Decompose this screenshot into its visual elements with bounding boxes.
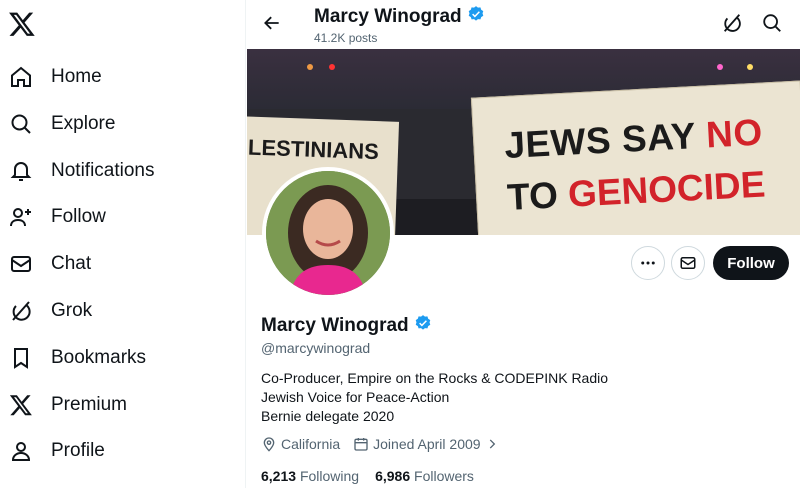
bio-line: Jewish Voice for Peace-Action <box>261 389 450 405</box>
nav-item-explore[interactable]: Explore <box>0 104 230 144</box>
search-icon <box>8 111 34 137</box>
location-pin-icon <box>263 437 275 452</box>
nav-item-bookmarks[interactable]: Bookmarks <box>0 338 230 378</box>
following-link[interactable]: 6,213 Following <box>261 468 359 484</box>
followers-count: 6,986 <box>375 468 411 484</box>
profile-name: Marcy Winograd <box>261 314 432 338</box>
sign-text: JEWS SAY <box>503 114 708 167</box>
followers-link[interactable]: 6,986 Followers <box>375 468 474 484</box>
more-icon <box>641 261 655 265</box>
header-name-text: Marcy Winograd <box>314 6 462 27</box>
nav-item-home[interactable]: Home <box>0 57 230 97</box>
sign-text: TO <box>506 173 570 218</box>
bio-line: Co-Producer, Empire on the Rocks & CODEP… <box>261 370 609 386</box>
profile-handle: @marcywinograd <box>261 340 371 356</box>
profile-name-text: Marcy Winograd <box>261 315 409 336</box>
banner-light <box>307 64 313 70</box>
banner-light <box>747 64 753 70</box>
bell-icon <box>8 158 34 184</box>
message-button[interactable] <box>671 246 705 280</box>
nav-item-follow[interactable]: Follow <box>0 197 230 237</box>
mail-icon <box>680 257 696 269</box>
nav-label: Notifications <box>51 160 155 181</box>
left-nav: Home Explore Notifications Follow Chat G… <box>0 0 246 488</box>
profile-bio: Co-Producer, Empire on the Rocks & CODEP… <box>261 369 608 426</box>
header-name: Marcy Winograd <box>314 5 485 29</box>
nav-label: Explore <box>51 113 116 134</box>
nav-item-notifications[interactable]: Notifications <box>0 151 230 191</box>
home-icon <box>8 64 34 90</box>
nav-label: Profile <box>51 440 105 461</box>
grok-icon <box>8 298 34 324</box>
location: California <box>261 436 340 452</box>
x-logo-icon <box>8 392 34 418</box>
more-options-button[interactable] <box>631 246 665 280</box>
search-icon[interactable] <box>761 12 783 34</box>
banner-light <box>717 64 723 70</box>
followers-label: Followers <box>414 468 474 484</box>
nav-item-premium[interactable]: Premium <box>0 385 230 425</box>
following-count: 6,213 <box>261 468 297 484</box>
calendar-icon <box>354 438 368 451</box>
sign-text-red: GENOCIDE <box>567 163 767 215</box>
bio-line: Bernie delegate 2020 <box>261 408 395 424</box>
nav-item-grok[interactable]: Grok <box>0 291 230 331</box>
nav-label: Chat <box>51 253 92 274</box>
nav-label: Home <box>51 66 102 87</box>
nav-item-profile[interactable]: Profile <box>0 431 230 471</box>
add-user-icon <box>8 204 34 230</box>
sign-text-red: NO <box>705 111 764 156</box>
joined-date[interactable]: Joined April 2009 <box>353 436 498 452</box>
grok-icon[interactable] <box>721 12 743 34</box>
chevron-right-icon <box>489 439 495 449</box>
profile-column: Marcy Winograd 41.2K posts LESTINIANS JE… <box>247 0 800 488</box>
nav-label: Grok <box>51 300 93 321</box>
following-label: Following <box>299 468 360 484</box>
profile-meta: California Joined April 2009 <box>261 436 512 452</box>
joined-text: Joined April 2009 <box>373 436 481 452</box>
banner-sign-left-text: LESTINIANS <box>247 134 380 165</box>
nav-label: Follow <box>51 206 106 227</box>
follow-button[interactable]: Follow <box>713 246 789 280</box>
location-text: California <box>281 436 341 452</box>
nav-item-chat[interactable]: Chat <box>0 244 230 284</box>
x-logo-icon[interactable] <box>8 10 36 38</box>
verified-badge-icon <box>467 5 485 29</box>
user-icon <box>8 438 34 464</box>
nav-label: Premium <box>51 394 128 415</box>
banner-light <box>329 64 335 70</box>
back-arrow-icon[interactable] <box>259 10 285 36</box>
nav-label: Bookmarks <box>51 347 147 368</box>
bookmark-icon <box>8 345 34 371</box>
post-count: 41.2K posts <box>314 31 378 45</box>
mail-icon <box>8 251 34 277</box>
follow-counts: 6,213 Following 6,986 Followers <box>261 468 474 484</box>
avatar[interactable] <box>262 167 394 299</box>
profile-header-bar: Marcy Winograd 41.2K posts <box>247 0 800 49</box>
verified-badge-icon <box>414 314 432 338</box>
banner-sign-main: JEWS SAY NO TO GENOCIDE <box>470 80 800 235</box>
